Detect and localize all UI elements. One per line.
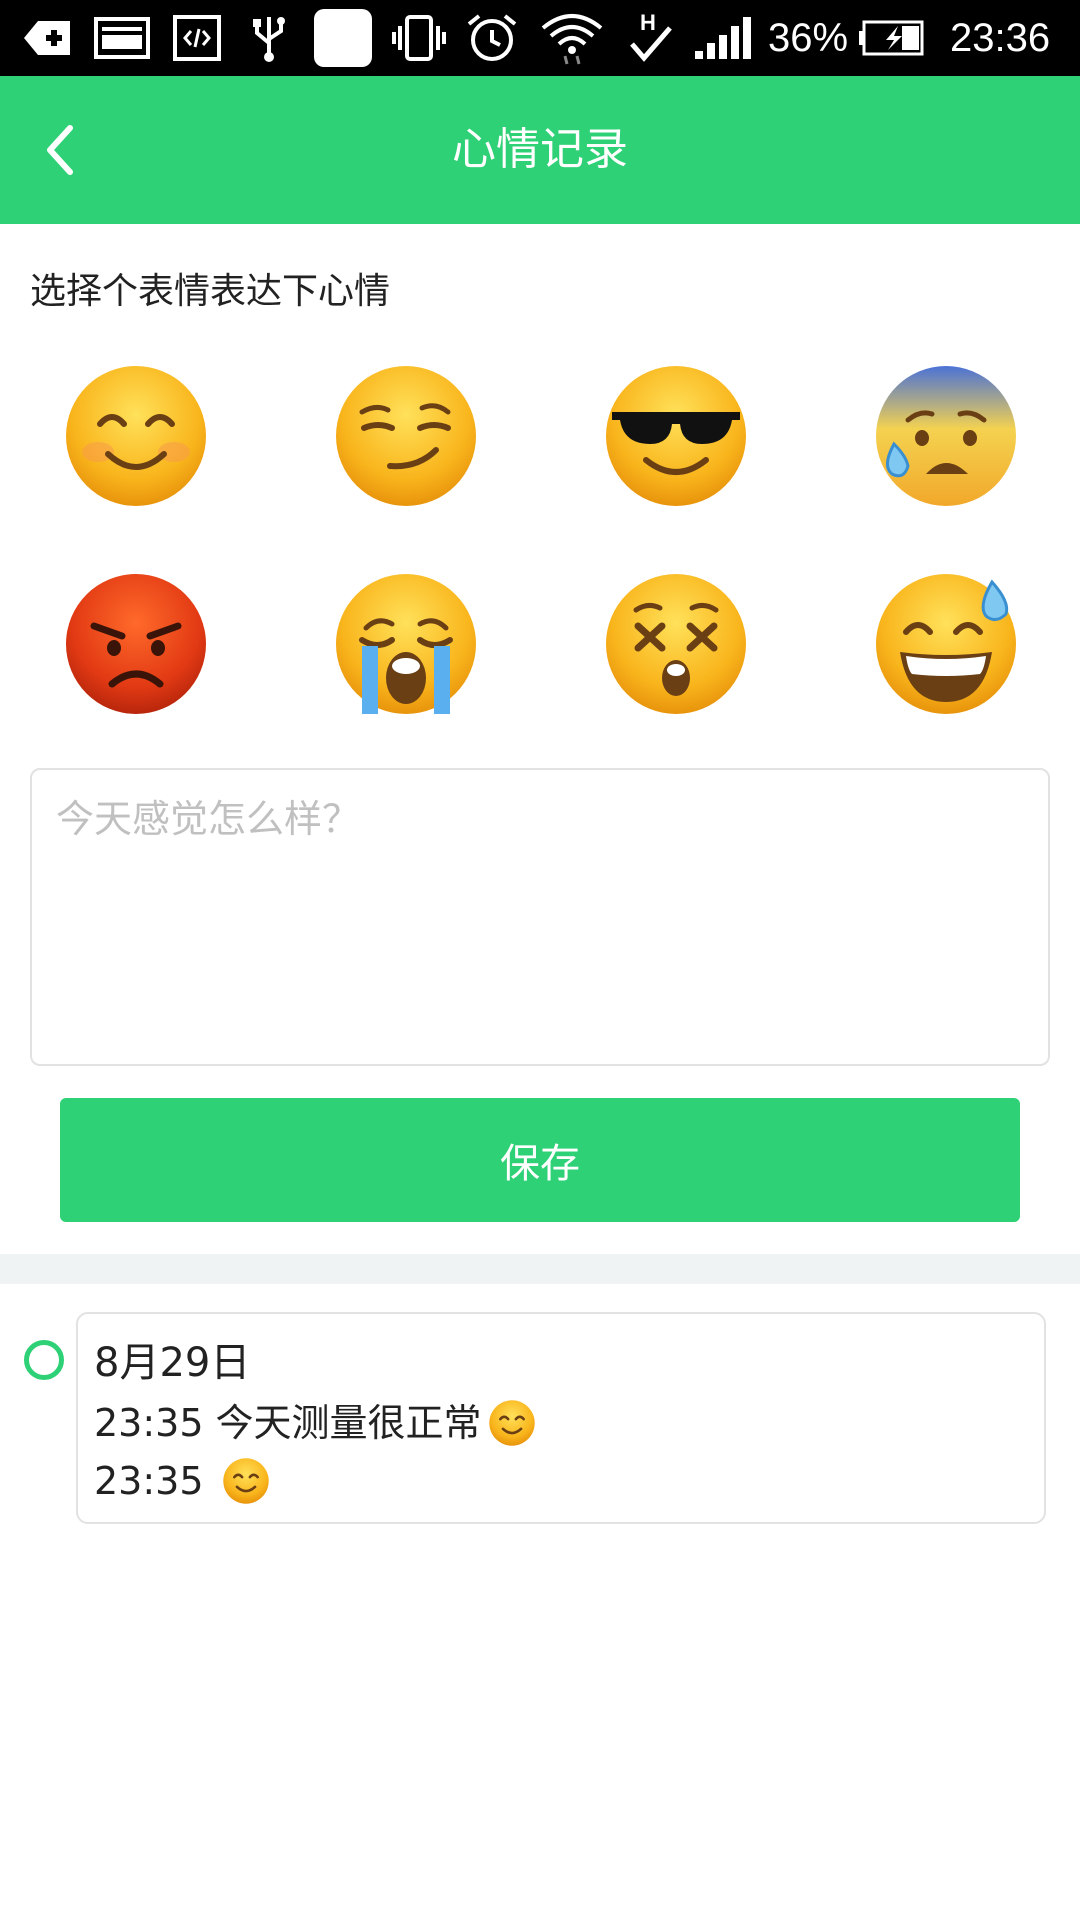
battery-charging-icon [858, 12, 926, 64]
smiling-face-icon [66, 366, 206, 506]
page-title: 心情记录 [452, 124, 628, 175]
entry-time: 23:35 [94, 1459, 204, 1503]
entry-time: 23:35 [94, 1401, 204, 1445]
dizzy-face-icon [606, 574, 746, 714]
sunglasses-face-icon [606, 366, 746, 506]
add-icon [22, 12, 72, 64]
code-icon [172, 12, 222, 64]
emoji-sunglasses-face[interactable] [602, 362, 750, 510]
blank-notification-icon [312, 9, 374, 67]
usb-icon [244, 12, 294, 64]
section-divider [0, 1254, 1080, 1284]
timeline-date: 8月29日 [94, 1340, 251, 1386]
vibrate-icon [390, 12, 448, 64]
angry-face-icon [66, 574, 206, 714]
mood-textarea[interactable] [30, 768, 1050, 1066]
chevron-left-icon [47, 125, 73, 175]
emoji-smiling-face[interactable] [62, 362, 210, 510]
anxious-sweat-face-icon [876, 366, 1016, 506]
battery-percent: 36% [768, 16, 849, 60]
status-time: 23:36 [950, 16, 1051, 60]
emoji-grinning-sweat-face[interactable] [872, 570, 1020, 718]
timeline-entry: 23:35 [94, 1452, 1028, 1510]
signal-icon [692, 12, 754, 64]
save-button[interactable]: 保存 [60, 1098, 1020, 1222]
alarm-icon [464, 12, 520, 64]
emoji-crying-face[interactable] [332, 570, 480, 718]
emoji-dizzy-face[interactable] [602, 570, 750, 718]
timeline-card: 8月29日 23:35 今天测量很正常 23:35 [76, 1312, 1046, 1524]
emoji-anxious-sweat-face[interactable] [872, 362, 1020, 510]
smiling-face-icon [222, 1457, 270, 1505]
emoji-smirking-face[interactable] [332, 362, 480, 510]
wifi-icon [538, 12, 606, 65]
entry-text: 今天测量很正常 [215, 1401, 482, 1445]
emoji-prompt: 选择个表情表达下心情 [30, 271, 391, 312]
hspa-icon: H [626, 10, 676, 64]
image-icon [94, 12, 150, 64]
app-bar: 心情记录 [0, 76, 1080, 224]
back-button[interactable] [38, 112, 118, 188]
emoji-angry-face[interactable] [62, 570, 210, 718]
timeline-entry: 23:35 今天测量很正常 [94, 1394, 1028, 1452]
status-bar: H 36% 23:36 [0, 0, 1080, 76]
grinning-sweat-face-icon [876, 574, 1016, 714]
timeline-dot-icon [24, 1340, 64, 1380]
hspa-label: H [640, 10, 656, 35]
smirking-face-icon [336, 366, 476, 506]
crying-face-icon [336, 574, 476, 714]
smiling-face-icon [488, 1399, 536, 1447]
